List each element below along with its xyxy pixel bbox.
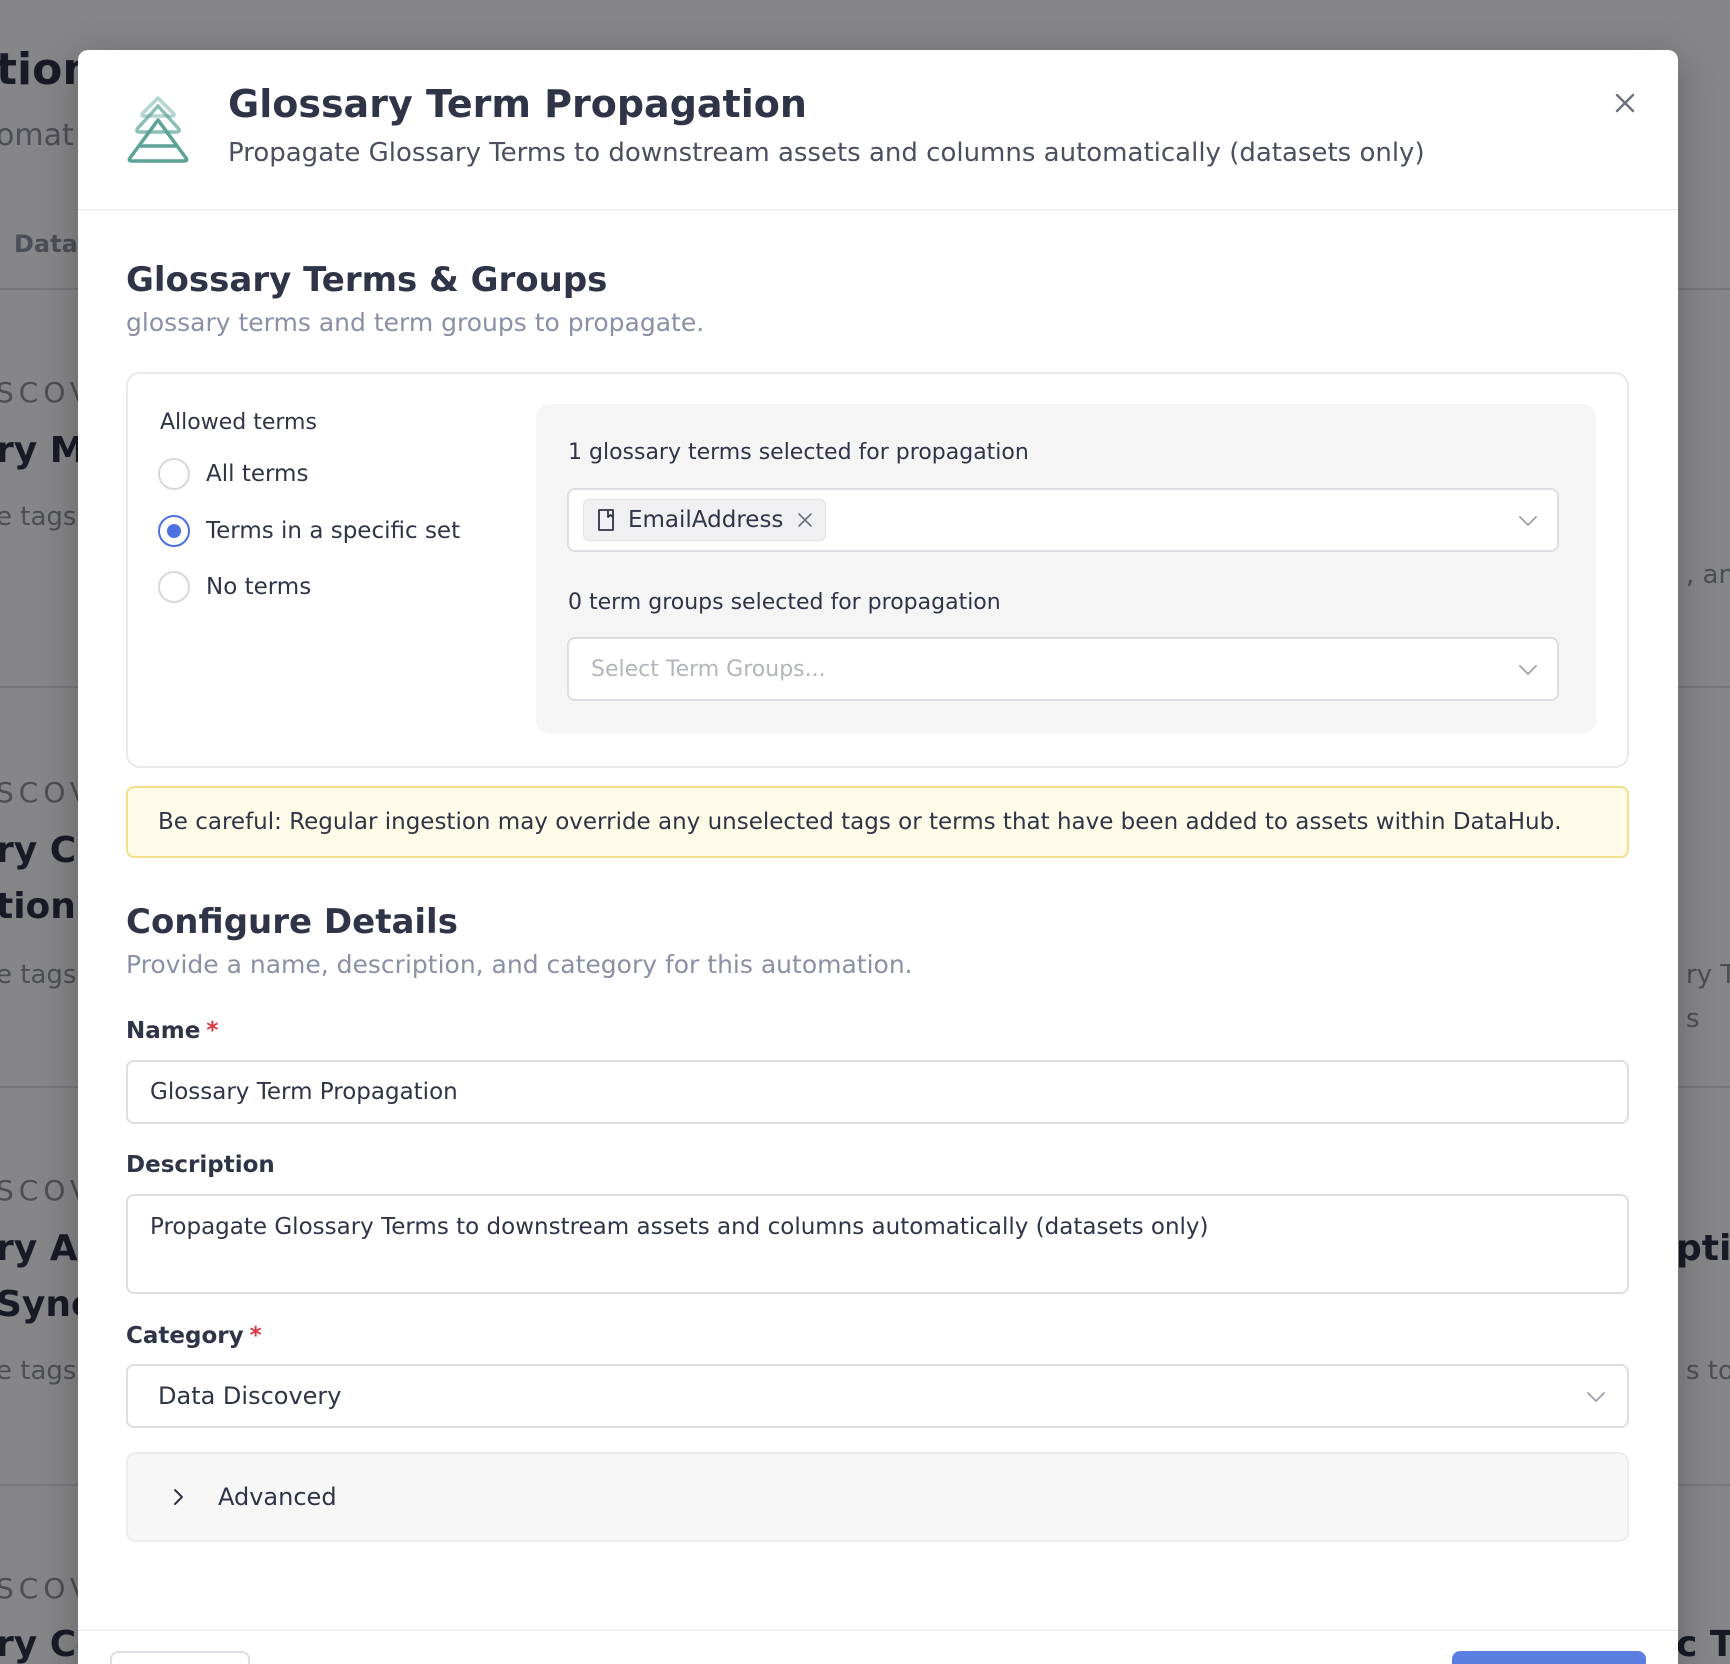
required-marker: *	[249, 1323, 262, 1349]
modal-footer	[78, 1630, 1678, 1664]
radio-no-terms[interactable]: No terms	[158, 571, 311, 603]
term-selection-panel: 1 glossary terms selected for propagatio…	[536, 404, 1596, 734]
details-section-subtitle: Provide a name, description, and categor…	[126, 950, 913, 979]
category-label-text: Category	[126, 1323, 244, 1349]
ingestion-warning-banner: Be careful: Regular ingestion may overri…	[126, 786, 1629, 858]
radio-specific-terms[interactable]: Terms in a specific set	[158, 515, 460, 547]
modal-title: Glossary Term Propagation	[228, 82, 807, 126]
details-section-title: Configure Details	[126, 902, 458, 942]
term-groups-placeholder: Select Term Groups...	[591, 656, 826, 682]
radio-button-selected[interactable]	[158, 515, 190, 547]
name-input[interactable]: Glossary Term Propagation	[126, 1060, 1629, 1124]
remove-tag-icon[interactable]	[797, 512, 813, 528]
chevron-down-icon	[1519, 665, 1537, 675]
selected-terms-count-label: 1 glossary terms selected for propagatio…	[568, 440, 1029, 465]
name-field-label: Name *	[126, 1018, 218, 1044]
description-field-label: Description	[126, 1152, 275, 1178]
advanced-label: Advanced	[218, 1483, 337, 1511]
glossary-terms-select[interactable]: EmailAddress	[567, 488, 1559, 552]
term-tag-label: EmailAddress	[628, 507, 784, 533]
terms-section-subtitle: glossary terms and term groups to propag…	[126, 308, 705, 337]
radio-label: Terms in a specific set	[206, 518, 461, 544]
modal-header: Glossary Term Propagation Propagate Glos…	[78, 50, 1678, 210]
description-textarea[interactable]: Propagate Glossary Terms to downstream a…	[126, 1194, 1629, 1294]
automation-modal: Glossary Term Propagation Propagate Glos…	[78, 50, 1678, 1664]
category-selected-value: Data Discovery	[158, 1382, 342, 1410]
radio-label: All terms	[206, 461, 309, 487]
selected-groups-count-label: 0 term groups selected for propagation	[568, 590, 1001, 615]
layered-triangle-logo-icon	[127, 96, 189, 163]
radio-button[interactable]	[158, 458, 190, 490]
terms-config-box: Allowed terms All terms Terms in a speci…	[126, 372, 1629, 768]
save-button[interactable]	[1452, 1651, 1646, 1664]
required-marker: *	[206, 1018, 219, 1044]
term-groups-select[interactable]: Select Term Groups...	[567, 637, 1559, 701]
radio-all-terms[interactable]: All terms	[158, 458, 308, 490]
radio-label: No terms	[206, 574, 312, 600]
selected-term-tag: EmailAddress	[583, 499, 827, 541]
category-field-label: Category *	[126, 1323, 262, 1349]
close-icon[interactable]	[1610, 88, 1640, 118]
chevron-down-icon	[1587, 1392, 1605, 1402]
advanced-collapsible[interactable]: Advanced	[126, 1452, 1629, 1542]
category-select[interactable]: Data Discovery	[126, 1364, 1629, 1428]
radio-button[interactable]	[158, 571, 190, 603]
name-label-text: Name	[126, 1018, 201, 1044]
modal-subtitle: Propagate Glossary Terms to downstream a…	[228, 138, 1425, 168]
document-icon	[598, 509, 614, 531]
chevron-down-icon	[1519, 516, 1537, 526]
cancel-button[interactable]	[110, 1651, 250, 1664]
chevron-right-icon	[174, 1489, 183, 1505]
allowed-terms-label: Allowed terms	[160, 410, 317, 435]
terms-section-title: Glossary Terms & Groups	[126, 260, 608, 300]
